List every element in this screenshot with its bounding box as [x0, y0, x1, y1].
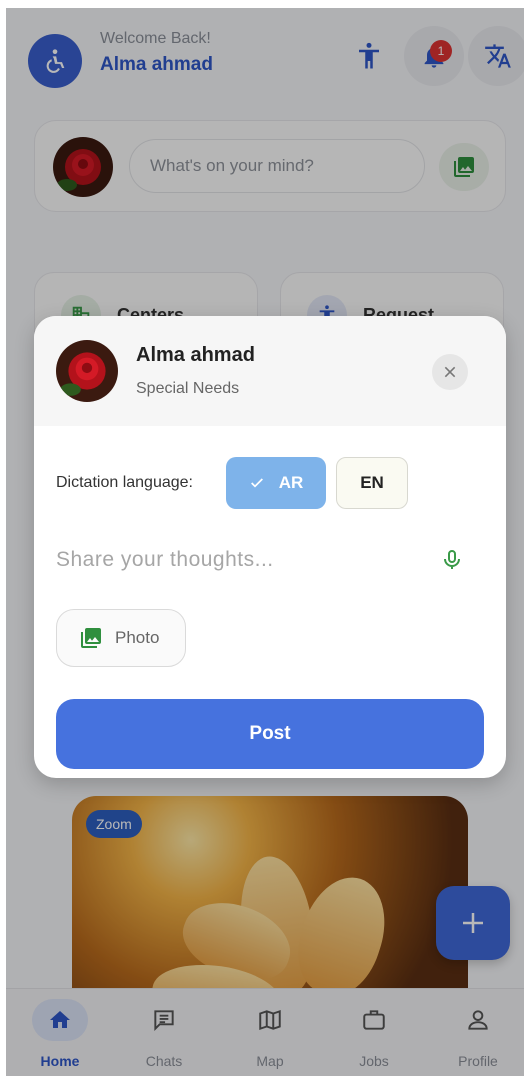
add-photo-button[interactable]: Photo — [56, 609, 186, 667]
add-photo-label: Photo — [115, 628, 160, 647]
check-icon — [250, 478, 263, 488]
language-ar-button[interactable]: AR — [226, 457, 326, 509]
image-icon — [81, 628, 101, 648]
post-button[interactable]: Post — [56, 699, 484, 769]
language-en-label: EN — [360, 473, 384, 492]
language-ar-label: AR — [278, 473, 304, 492]
dictation-mic-button[interactable] — [434, 542, 470, 578]
close-icon — [444, 366, 456, 378]
language-en-button[interactable]: EN — [336, 457, 408, 509]
dialog-header: Alma ahmad Special Needs — [34, 316, 506, 426]
avatar — [56, 340, 118, 402]
app-screen: Welcome Back! Alma ahmad 1 What's on you… — [6, 8, 524, 1076]
dialog-user-name: Alma ahmad — [136, 344, 255, 366]
microphone-icon — [444, 550, 460, 569]
close-button[interactable] — [432, 354, 468, 390]
create-post-dialog: Alma ahmad Special Needs Dictation langu… — [34, 316, 506, 778]
thoughts-input[interactable] — [56, 542, 426, 578]
dialog-user-subtitle: Special Needs — [136, 380, 240, 397]
dictation-language-label: Dictation language: — [56, 474, 193, 491]
